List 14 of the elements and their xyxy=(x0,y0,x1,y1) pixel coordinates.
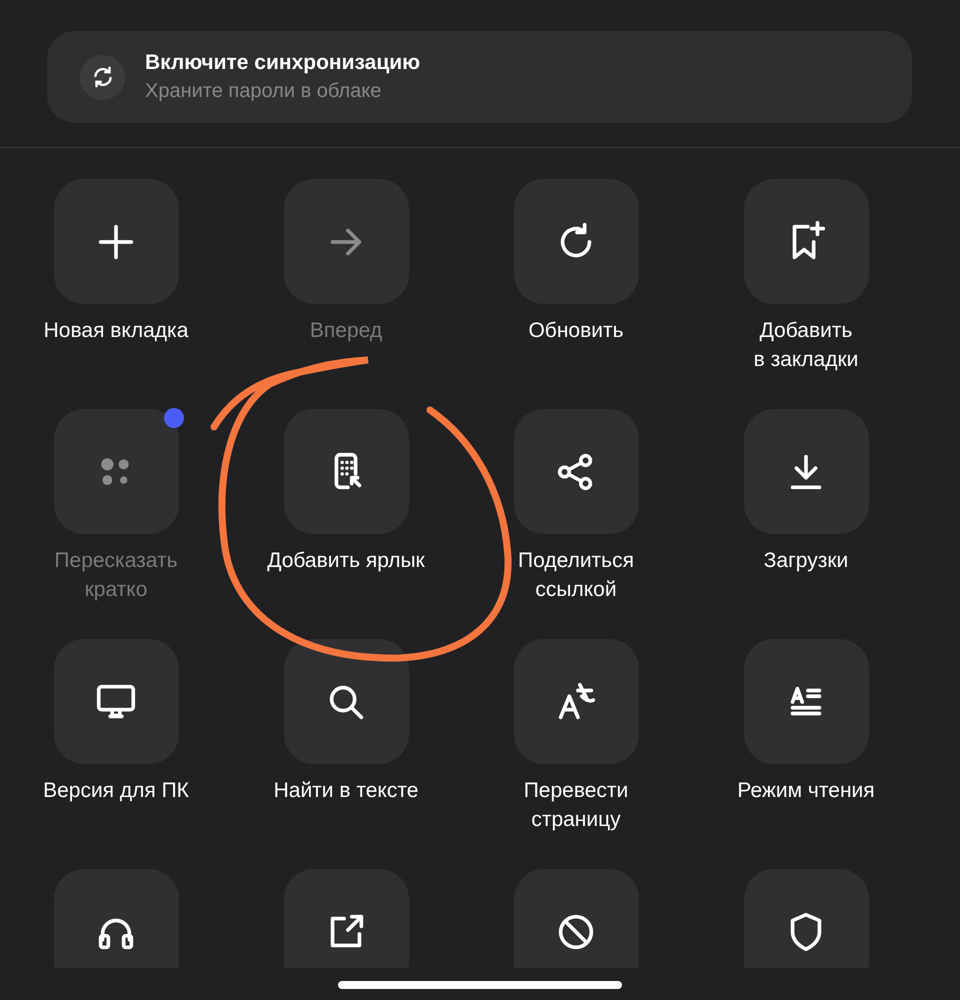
action-button[interactable]: Поделиться ссылкой xyxy=(461,409,691,639)
sync-subtitle: Храните пароли в облаке xyxy=(145,79,382,104)
action-button[interactable]: Загрузки xyxy=(691,409,921,639)
action-button[interactable]: Обновить xyxy=(461,179,691,409)
action-button[interactable]: Перевести страницу xyxy=(461,639,691,869)
action-button[interactable]: Добавить в закладки xyxy=(691,179,921,409)
sync-card[interactable]: Включите синхронизацию Храните пароли в облаке xyxy=(47,31,912,123)
action-button[interactable]: Новая вкладка xyxy=(1,179,231,409)
action-button[interactable]: Добавить ярлык xyxy=(231,409,461,639)
sync-title: Включите синхронизацию xyxy=(145,50,420,76)
action-button[interactable]: Версия для ПК xyxy=(1,639,231,869)
action-button[interactable]: Найти в тексте xyxy=(231,639,461,869)
sync-icon xyxy=(80,54,125,100)
action-button[interactable]: Режим чтения xyxy=(691,639,921,869)
